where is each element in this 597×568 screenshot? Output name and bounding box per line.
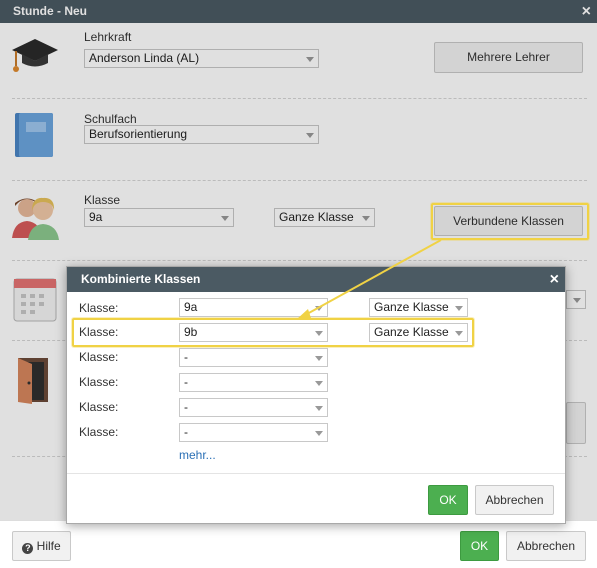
pointer-arrow-icon [297, 239, 442, 319]
